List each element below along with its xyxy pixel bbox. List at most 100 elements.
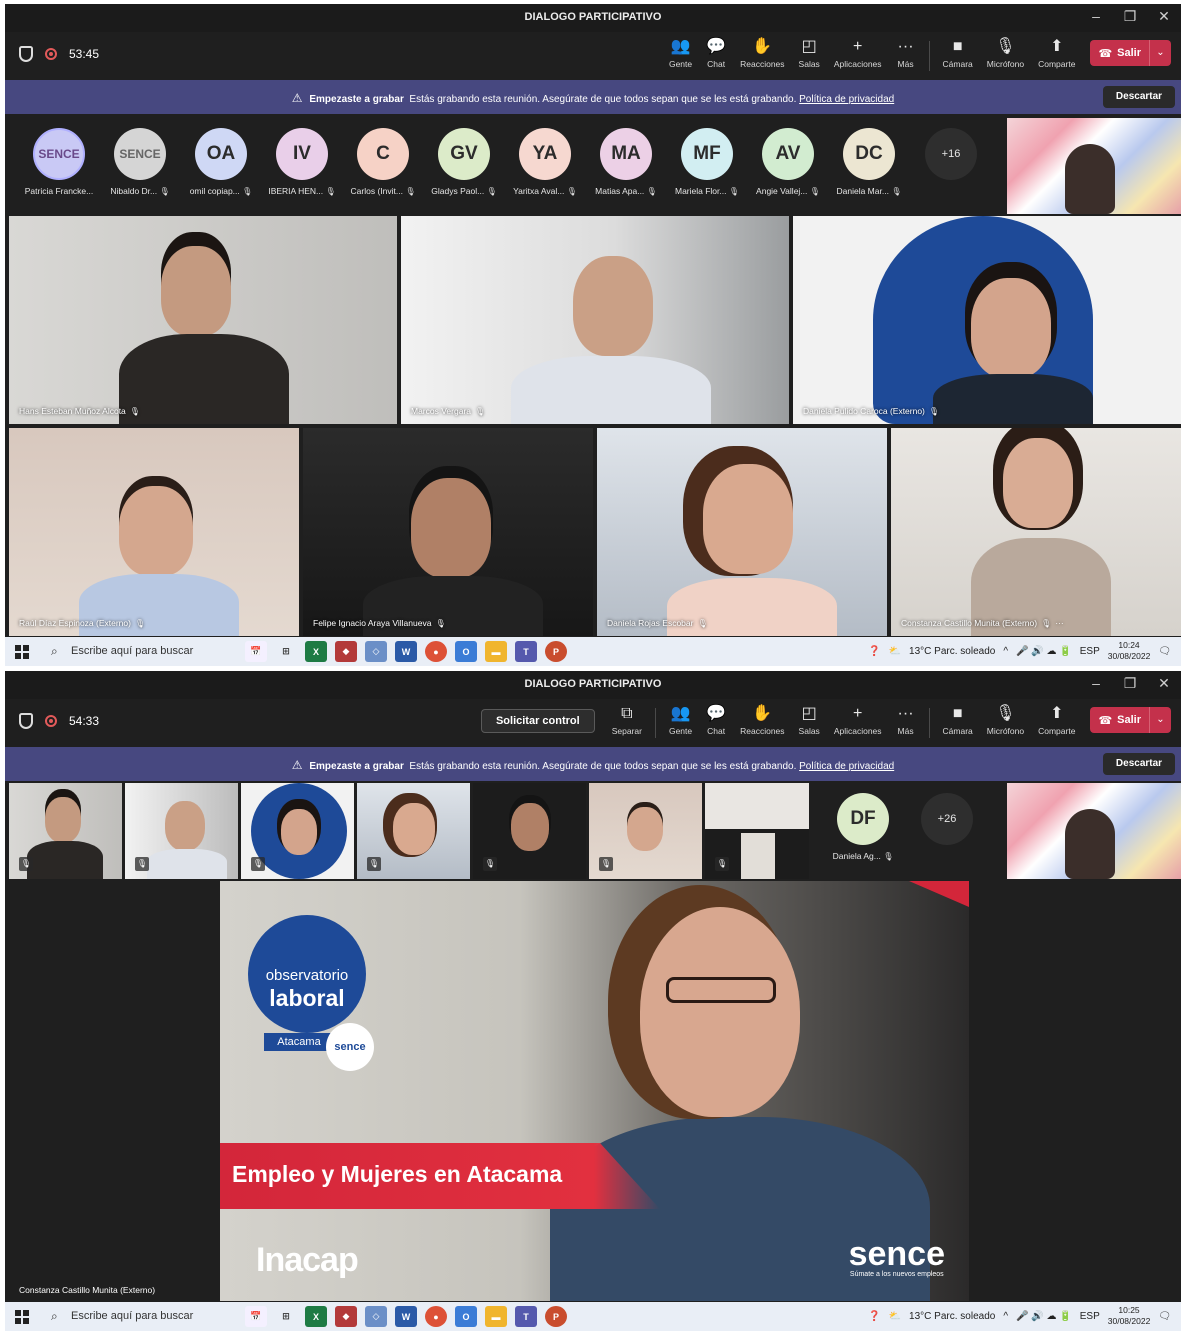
close-icon[interactable]: ✕ [1157, 675, 1171, 692]
weather-text[interactable]: 13°C Parc. soleado [909, 646, 995, 657]
video-thumbnail-group[interactable]: 🎙 [705, 783, 809, 879]
outlook-icon[interactable]: O [455, 1306, 477, 1327]
video-tile[interactable]: Raúl Díaz Espinoza (Externo) 🎙 [9, 428, 299, 636]
share-button[interactable]: ⬆ Comparte [1031, 37, 1082, 69]
camera-button[interactable]: ■ Cámara [936, 37, 980, 69]
teams-icon[interactable]: T [515, 641, 537, 662]
video-thumbnail[interactable]: 🎙 [9, 783, 122, 879]
privacy-link[interactable]: Política de privacidad [799, 761, 894, 772]
app-icon[interactable]: ◇ [365, 1306, 387, 1327]
apps-button[interactable]: + Aplicaciones [827, 37, 889, 69]
chevron-down-icon[interactable]: ⌄ [1149, 40, 1171, 66]
rooms-button[interactable]: ◰ Salas [792, 37, 827, 69]
tray-icons[interactable]: 🎤 🔊 ☁ 🔋 [1016, 646, 1072, 657]
participant-avatar[interactable]: AV Angie Vallej... 🎙 [748, 128, 828, 196]
participant-avatar[interactable]: GV Gladys Paol... 🎙 [424, 128, 504, 196]
participant-avatar[interactable]: MA Matias Apa... 🎙 [586, 128, 666, 196]
people-button[interactable]: 👥 Gente [662, 704, 699, 736]
shared-video-stage[interactable]: observatorio laboral Atacama sence Emple… [220, 881, 969, 1301]
video-tile[interactable]: Daniela Pulido Caroca (Externo) 🎙 [793, 216, 1181, 424]
notifications-icon[interactable]: 🗨 [1158, 646, 1171, 657]
word-icon[interactable]: W [395, 1306, 417, 1327]
participant-avatar[interactable]: SENCE Patricia Francke... [19, 128, 99, 196]
participant-avatar[interactable]: OA omil copiap... 🎙 [181, 128, 261, 196]
app-icon[interactable]: ◆ [335, 641, 357, 662]
participant-avatar[interactable]: MF Mariela Flor... 🎙 [667, 128, 747, 196]
participant-avatar[interactable]: YA Yaritxa Aval... 🎙 [505, 128, 585, 196]
more-button[interactable]: ··· Más [889, 704, 923, 736]
microphone-button[interactable]: 🎙 Micrófono [980, 704, 1031, 736]
tile-more-icon[interactable]: ··· [1055, 618, 1064, 628]
popout-button[interactable]: ⧉ Separar [605, 704, 649, 736]
language-indicator[interactable]: ESP [1080, 1311, 1100, 1322]
video-tile[interactable]: Constanza Castillo Munita (Externo) 🎙 ··· [891, 428, 1181, 636]
chrome-icon[interactable]: ● [425, 641, 447, 662]
participant-avatar[interactable]: DF Daniela Ag... 🎙 [823, 793, 903, 861]
close-icon[interactable]: ✕ [1157, 8, 1171, 25]
participant-avatar[interactable]: C Carlos (Invit... 🎙 [343, 128, 423, 196]
outlook-icon[interactable]: O [455, 641, 477, 662]
task-view-icon[interactable]: ⊞ [275, 1306, 297, 1327]
minimize-icon[interactable]: – [1089, 675, 1103, 692]
file-explorer-icon[interactable]: ▬ [485, 641, 507, 662]
language-indicator[interactable]: ESP [1080, 646, 1100, 657]
video-tile[interactable]: Felipe Ignacio Araya Villanueva 🎙 [303, 428, 593, 636]
reactions-button[interactable]: ✋ Reacciones [733, 37, 791, 69]
windows-start-icon[interactable] [15, 645, 29, 659]
help-icon[interactable]: ❓ [868, 1311, 880, 1322]
participant-avatar[interactable]: IV IBERIA HEN... 🎙 [262, 128, 342, 196]
dismiss-button[interactable]: Descartar [1103, 86, 1175, 108]
people-button[interactable]: 👥 Gente [662, 37, 699, 69]
restore-icon[interactable]: ❐ [1123, 8, 1137, 25]
video-thumbnail[interactable]: 🎙 [125, 783, 238, 879]
dismiss-button[interactable]: Descartar [1103, 753, 1175, 775]
leave-button[interactable]: ☎ Salir ⌄ [1090, 40, 1171, 66]
participant-avatar[interactable]: SENCE Nibaldo Dr... 🎙 [100, 128, 180, 196]
app-icon[interactable]: ◆ [335, 1306, 357, 1327]
clock[interactable]: 10:24 30/08/2022 [1108, 640, 1151, 662]
share-button[interactable]: ⬆ Comparte [1031, 704, 1082, 736]
microphone-button[interactable]: 🎙 Micrófono [980, 37, 1031, 69]
video-tile[interactable]: Hans Esteban Muñoz Alcota 🎙 [9, 216, 397, 424]
teams-icon[interactable]: T [515, 1306, 537, 1327]
restore-icon[interactable]: ❐ [1123, 675, 1137, 692]
windows-start-icon[interactable] [15, 1310, 29, 1324]
camera-button[interactable]: ■ Cámara [936, 704, 980, 736]
video-thumbnail[interactable]: 🎙 [473, 783, 586, 879]
app-icon[interactable]: ◇ [365, 641, 387, 662]
video-thumbnail[interactable]: 🎙 [589, 783, 702, 879]
help-icon[interactable]: ❓ [868, 646, 880, 657]
excel-icon[interactable]: X [305, 1306, 327, 1327]
participant-avatar[interactable]: DC Daniela Mar... 🎙 [829, 128, 909, 196]
video-thumbnail[interactable]: 🎙 [241, 783, 354, 879]
word-icon[interactable]: W [395, 641, 417, 662]
chat-button[interactable]: 💬 Chat [699, 704, 733, 736]
taskbar-search[interactable]: ⌕ Escribe aquí para buscar [45, 1306, 235, 1327]
calendar-app-icon[interactable]: 📅 [245, 1306, 267, 1327]
more-participants-button[interactable]: +16 [925, 128, 977, 180]
more-button[interactable]: ··· Más [889, 37, 923, 69]
video-tile[interactable]: Daniela Rojas Escobar 🎙 [597, 428, 887, 636]
reactions-button[interactable]: ✋ Reacciones [733, 704, 791, 736]
more-participants-button[interactable]: +26 [921, 793, 973, 845]
apps-button[interactable]: + Aplicaciones [827, 704, 889, 736]
chat-button[interactable]: 💬 Chat [699, 37, 733, 69]
video-tile[interactable]: Marcos Vergara 🎙 [401, 216, 789, 424]
clock[interactable]: 10:25 30/08/2022 [1108, 1305, 1151, 1327]
chevron-up-icon[interactable]: ^ [1003, 646, 1008, 657]
notifications-icon[interactable]: 🗨 [1158, 1311, 1171, 1322]
file-explorer-icon[interactable]: ▬ [485, 1306, 507, 1327]
weather-text[interactable]: 13°C Parc. soleado [909, 1311, 995, 1322]
powerpoint-icon[interactable]: P [545, 1306, 567, 1327]
video-thumbnail[interactable]: 🎙 [357, 783, 470, 879]
taskbar-search[interactable]: ⌕ Escribe aquí para buscar [45, 641, 235, 662]
tray-icons[interactable]: 🎤 🔊 ☁ 🔋 [1016, 1311, 1072, 1322]
chrome-icon[interactable]: ● [425, 1306, 447, 1327]
request-control-button[interactable]: Solicitar control [480, 709, 595, 733]
task-view-icon[interactable]: ⊞ [275, 641, 297, 662]
calendar-app-icon[interactable]: 📅 [245, 641, 267, 662]
chevron-up-icon[interactable]: ^ [1003, 1311, 1008, 1322]
chevron-down-icon[interactable]: ⌄ [1149, 707, 1171, 733]
leave-button[interactable]: ☎ Salir ⌄ [1090, 707, 1171, 733]
excel-icon[interactable]: X [305, 641, 327, 662]
